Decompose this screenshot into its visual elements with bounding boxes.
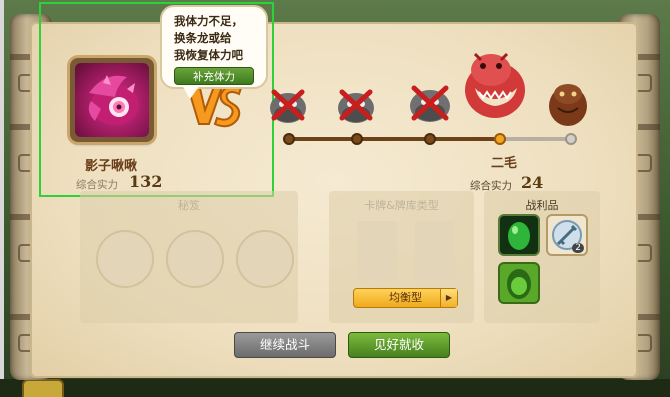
chevron-right-icon: ▶ (440, 289, 457, 307)
defeated-enemy-1[interactable] (266, 84, 310, 126)
skills-panel-title: 秘笈 (178, 199, 200, 212)
cards-panel-title: 卡牌&牌库类型 (364, 199, 439, 212)
deck-type-label: 均衡型 (389, 291, 422, 304)
stage-node-2 (351, 133, 363, 145)
defeated-enemy-3[interactable] (406, 80, 454, 126)
defeated-cross-icon (271, 89, 305, 121)
deck-type-select[interactable]: 均衡型 ▶ (353, 288, 458, 308)
boss-power-value: 24 (521, 173, 544, 192)
quit-while-ahead-button[interactable]: 见好就收 (348, 332, 450, 358)
defeated-cross-icon (339, 89, 373, 121)
loot-item-dragon-egg[interactable] (498, 214, 540, 256)
next-enemy[interactable] (546, 78, 590, 128)
boss-name: 二毛 (491, 156, 518, 171)
player-power-label: 综合实力 (76, 179, 118, 191)
brown-monster-icon (549, 84, 587, 126)
red-dinosaur-icon (465, 52, 525, 118)
stage-node-4 (494, 133, 506, 145)
player-highlight-frame (39, 2, 274, 197)
window-edge (0, 0, 4, 397)
loot-panel-title: 战利品 (525, 199, 559, 212)
stage-node-3 (424, 133, 436, 145)
spotted-egg-icon (507, 269, 531, 299)
defeated-enemy-2[interactable] (334, 84, 378, 126)
skill-slot-1[interactable] (96, 230, 154, 288)
card-slot-1[interactable] (357, 221, 397, 281)
loot-item-sword[interactable]: 2 (546, 214, 588, 256)
card-slot-2[interactable] (415, 221, 455, 281)
bottom-toolbar-icon[interactable] (22, 379, 64, 397)
green-egg-icon (508, 222, 530, 250)
player-power-value: 132 (129, 172, 163, 191)
stage-node-5 (565, 133, 577, 145)
progress-remaining (499, 137, 571, 141)
current-boss-erma[interactable] (461, 48, 529, 122)
defeated-cross-icon (411, 85, 449, 121)
ground-strip (0, 379, 670, 397)
continue-battle-button[interactable]: 继续战斗 (234, 332, 336, 358)
stage-node-1 (283, 133, 295, 145)
skill-slot-2[interactable] (166, 230, 224, 288)
skill-slot-3[interactable] (236, 230, 294, 288)
game-stage: 我体力不足， 换条龙或给 我恢复体力吧 补充体力 影子啾啾 综合实力 132 二… (0, 0, 670, 397)
loot-item-green-egg[interactable] (498, 262, 540, 304)
loot-count-badge: 2 (572, 243, 584, 253)
